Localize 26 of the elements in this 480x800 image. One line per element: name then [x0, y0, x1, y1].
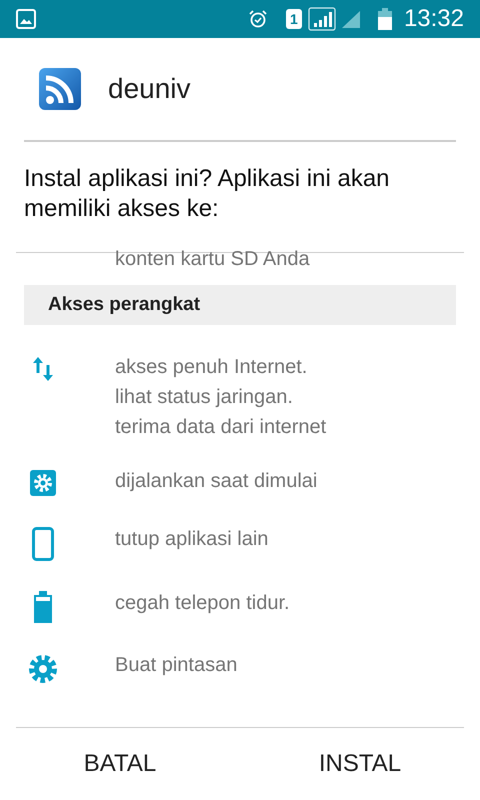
section-title: Akses perangkat: [48, 292, 200, 317]
battery-icon: [378, 8, 392, 30]
cancel-button[interactable]: BATAL: [74, 740, 166, 788]
clock-time: 13:32: [404, 4, 464, 34]
app-name: deuniv: [108, 72, 191, 106]
gear-icon: [28, 469, 56, 497]
permission-text: dijalankan saat dimulai: [115, 469, 318, 493]
alarm-icon: [248, 9, 268, 29]
install-button[interactable]: INSTAL: [308, 740, 412, 788]
install-prompt: Instal aplikasi ini? Aplikasi ini akan memiliki akses ke:: [23, 164, 391, 224]
battery-icon: [32, 591, 52, 623]
permission-text: tutup aplikasi lain: [115, 527, 268, 551]
permission-text: akses penuh Internet.: [115, 355, 308, 379]
permission-text: cegah telepon tidur.: [115, 591, 290, 615]
settings-icon: [26, 653, 58, 685]
signal-icon: [308, 7, 336, 31]
phone-icon: [32, 527, 54, 561]
signal-icon: [340, 9, 362, 29]
arrows-icon: [32, 355, 54, 383]
image-icon: [16, 9, 36, 29]
permission-text: lihat status jaringan.: [115, 385, 294, 409]
permission-text: terima data dari internet: [115, 415, 326, 439]
sim-badge: 1: [286, 9, 302, 29]
permission-text: konten kartu SD Anda: [114, 247, 311, 271]
permission-text: Buat pintasan: [115, 653, 238, 677]
rss-icon: [38, 67, 82, 111]
